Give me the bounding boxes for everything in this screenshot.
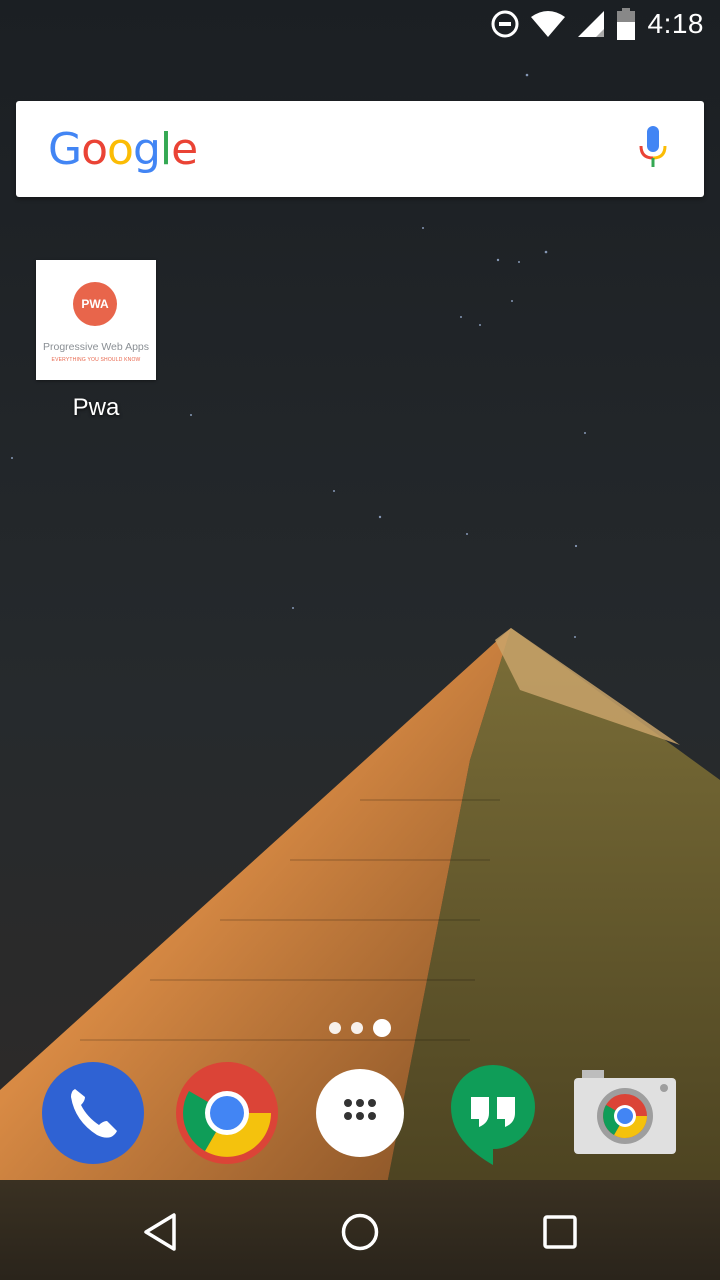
- google-logo-letter: o: [81, 123, 108, 175]
- do-not-disturb-icon: [490, 9, 520, 39]
- google-search-bar[interactable]: Google: [16, 101, 704, 197]
- recents-icon: [543, 1215, 577, 1249]
- phone-icon: [42, 1062, 144, 1164]
- status-bar: 4:18: [0, 0, 720, 48]
- camera-app[interactable]: [570, 1058, 680, 1168]
- pwa-icon-subtitle: EVERYTHING YOU SHOULD KNOW: [51, 357, 141, 363]
- hangouts-app[interactable]: [438, 1058, 548, 1168]
- phone-app[interactable]: [38, 1058, 148, 1168]
- back-icon: [144, 1213, 176, 1251]
- chrome-app[interactable]: [172, 1058, 282, 1168]
- google-logo: Google: [48, 123, 198, 175]
- app-drawer-button[interactable]: [305, 1058, 415, 1168]
- app-label: Pwa: [72, 394, 120, 421]
- dock: [0, 1058, 720, 1168]
- google-logo-letter: e: [171, 123, 198, 175]
- camera-icon: [574, 1070, 676, 1154]
- status-time: 4:18: [647, 8, 704, 39]
- pwa-badge: PWA: [73, 282, 117, 326]
- page-dot: [351, 1022, 363, 1034]
- recents-button[interactable]: [532, 1204, 588, 1260]
- google-logo-letter: l: [159, 123, 172, 175]
- home-icon: [341, 1213, 379, 1251]
- page-indicator: [0, 1019, 720, 1037]
- pwa-icon-title: Progressive Web Apps: [42, 341, 150, 353]
- page-dot-active: [373, 1019, 391, 1037]
- wifi-icon: [530, 9, 566, 39]
- back-button[interactable]: [132, 1204, 188, 1260]
- google-logo-letter: g: [132, 123, 161, 175]
- page-dot: [329, 1022, 341, 1034]
- home-button[interactable]: [332, 1204, 388, 1260]
- hangouts-icon: [451, 1065, 535, 1165]
- app-drawer-icon: [316, 1069, 404, 1157]
- navigation-bar: [0, 1184, 720, 1280]
- chrome-icon: [176, 1062, 278, 1164]
- google-logo-letter: G: [48, 123, 82, 175]
- battery-icon: [616, 8, 636, 40]
- mic-icon[interactable]: [638, 125, 668, 173]
- google-logo-letter: o: [107, 123, 134, 175]
- pwa-app-icon[interactable]: PWA Progressive Web Apps EVERYTHING YOU …: [36, 260, 156, 380]
- signal-icon: [576, 9, 606, 39]
- app-shortcut-pwa[interactable]: PWA Progressive Web Apps EVERYTHING YOU …: [24, 260, 168, 422]
